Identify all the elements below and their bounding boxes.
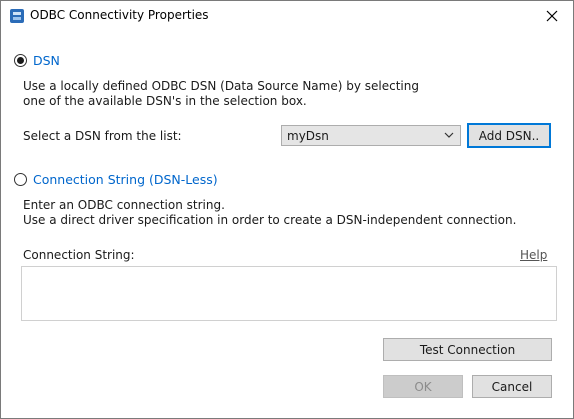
- connection-string-description-line-1: Enter an ODBC connection string.: [23, 198, 225, 212]
- test-connection-button[interactable]: Test Connection: [383, 338, 552, 361]
- connection-string-radio-option[interactable]: Connection String (DSN-Less): [14, 172, 218, 187]
- window-title: ODBC Connectivity Properties: [30, 8, 209, 22]
- chevron-down-icon: [444, 132, 454, 138]
- ok-button[interactable]: OK: [383, 375, 463, 398]
- connection-string-label: Connection String:: [23, 248, 135, 262]
- dsn-radio-option[interactable]: DSN: [14, 53, 60, 68]
- radio-unselected-icon[interactable]: [14, 173, 27, 186]
- radio-selected-icon[interactable]: [14, 54, 27, 67]
- add-dsn-button[interactable]: Add DSN..: [467, 123, 551, 148]
- connection-string-radio-label[interactable]: Connection String (DSN-Less): [33, 172, 218, 187]
- dsn-description-line-2: one of the available DSN's in the select…: [23, 94, 307, 108]
- connection-string-description: Enter an ODBC connection string. Use a d…: [23, 198, 516, 228]
- connection-string-input[interactable]: [21, 266, 557, 321]
- app-icon: [10, 9, 24, 23]
- dsn-description: Use a locally defined ODBC DSN (Data Sou…: [23, 79, 419, 109]
- connection-string-description-line-2: Use a direct driver specification in ord…: [23, 213, 517, 227]
- dsn-description-line-1: Use a locally defined ODBC DSN (Data Sou…: [23, 79, 419, 93]
- help-link[interactable]: Help: [520, 248, 547, 262]
- title-bar: ODBC Connectivity Properties: [1, 1, 573, 31]
- dsn-radio-label[interactable]: DSN: [33, 53, 60, 68]
- close-button[interactable]: [537, 3, 567, 29]
- close-icon: [546, 10, 558, 22]
- dialog-window: ODBC Connectivity Properties DSN Use a l…: [0, 0, 574, 419]
- cancel-button[interactable]: Cancel: [472, 375, 552, 398]
- dsn-select-label: Select a DSN from the list:: [23, 129, 182, 143]
- dsn-select[interactable]: myDsn: [281, 125, 461, 146]
- dsn-select-value: myDsn: [287, 129, 329, 143]
